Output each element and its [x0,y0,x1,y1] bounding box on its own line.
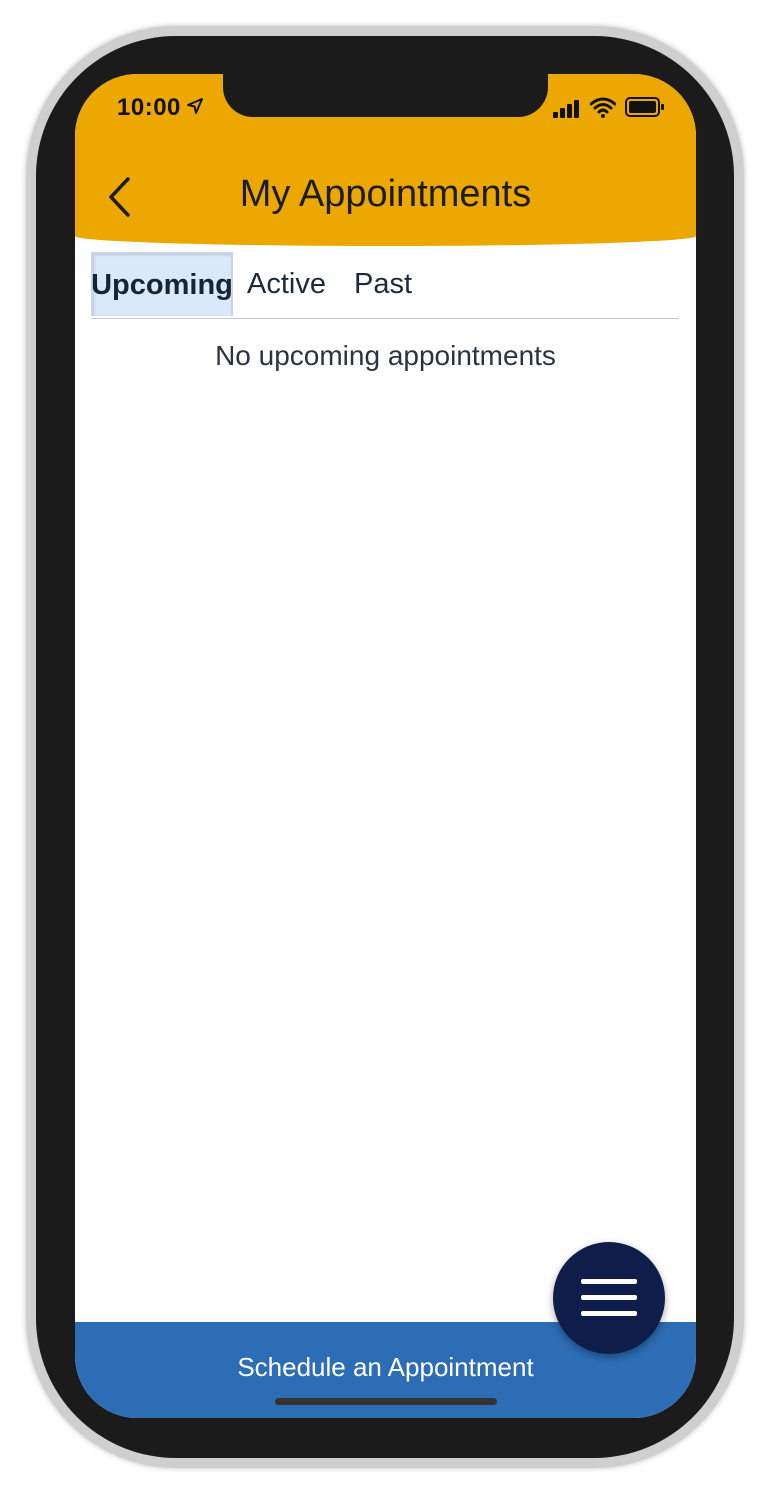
status-time: 10:00 [117,94,181,121]
hamburger-menu-icon [581,1279,637,1316]
tab-upcoming[interactable]: Upcoming [91,252,233,316]
menu-button[interactable] [553,1242,665,1354]
tab-active[interactable]: Active [233,252,340,316]
screen: 10:00 My Appointments Upcoming Active Pa… [75,74,696,1418]
location-arrow-icon [187,98,203,119]
home-indicator [275,1398,497,1405]
tab-past[interactable]: Past [340,252,426,316]
schedule-appointment-label: Schedule an Appointment [237,1352,534,1382]
wifi-icon [589,96,617,123]
signal-bars-icon [553,100,581,123]
empty-state-message: No upcoming appointments [215,340,556,371]
notch [223,74,548,117]
page-title: My Appointments [239,173,532,215]
battery-icon [625,97,665,122]
appointment-tabs: Upcoming Active Past [91,252,679,319]
